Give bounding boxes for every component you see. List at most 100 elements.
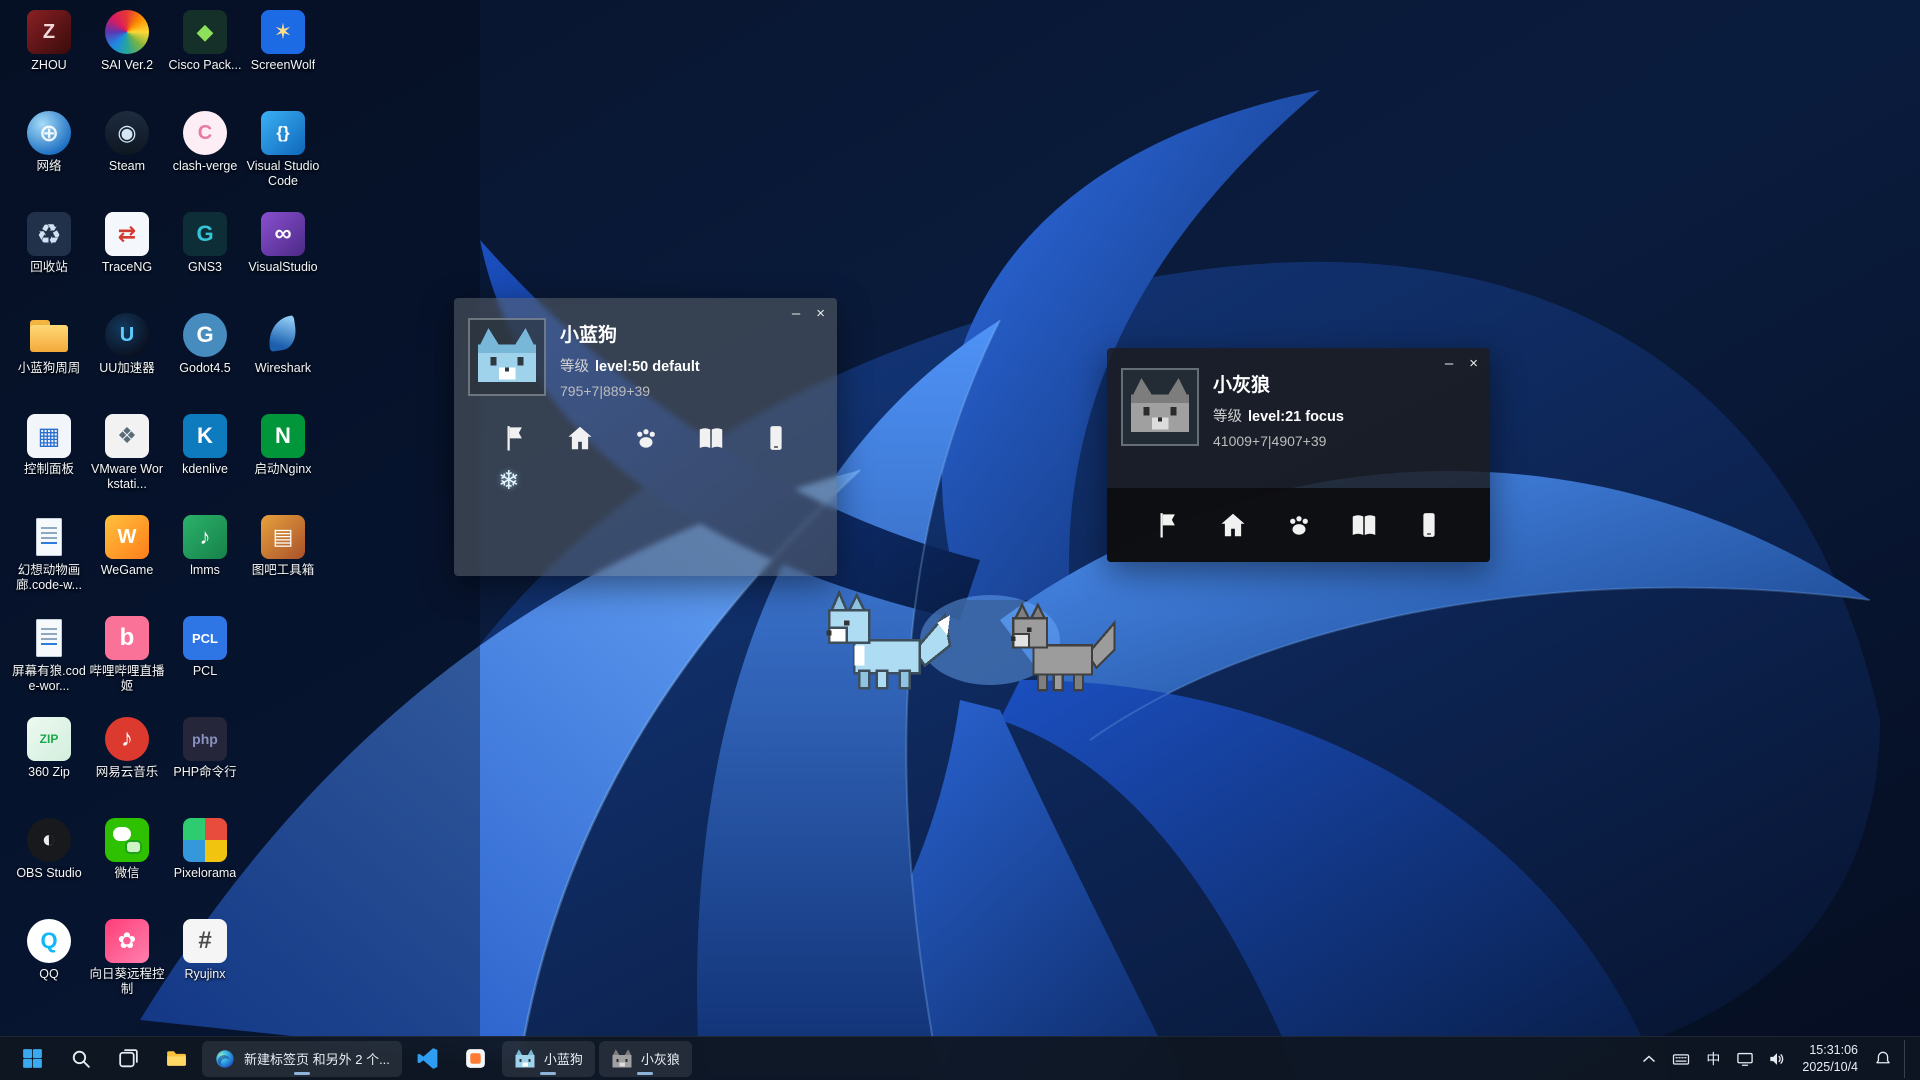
desktop-icon-label: 小蓝狗周周 [18,361,81,376]
desktop-icon-vscode[interactable]: {} Visual Studio Code [244,107,322,208]
close-button[interactable]: × [1469,356,1478,371]
desktop-icon-label: VisualStudio [248,260,317,275]
desktop-icon-label: Pixelorama [174,866,237,881]
desktop-icon-netease-music[interactable]: ♪ 网易云音乐 [88,713,166,814]
app-icon: php [183,717,227,761]
app-icon [183,818,227,862]
taskbar-pet-grey-wolf[interactable]: 小灰狼 [599,1041,692,1077]
phone-icon[interactable] [1414,510,1444,540]
desktop-icon-traceng[interactable]: ⇄ TraceNG [88,208,166,309]
desktop-icon-qq[interactable]: Q QQ [10,915,88,1016]
file-explorer-button[interactable] [154,1040,198,1078]
desktop-icon-gns3[interactable]: G GNS3 [166,208,244,309]
desktop-icon-cisco-packet-tracer[interactable]: ◆ Cisco Pack... [166,6,244,107]
snowflake-icon[interactable]: ❄ [498,465,520,496]
desktop-icon-clash-verge[interactable]: C clash-verge [166,107,244,208]
desktop-icon-bilibili-live[interactable]: b 哔哩哔哩直播姬 [88,612,166,713]
desktop-icon-godot[interactable]: G Godot4.5 [166,309,244,410]
desktop-icon-nginx-start[interactable]: N 启动Nginx [244,410,322,511]
app-icon: C [183,111,227,155]
desktop-icon-sai[interactable]: SAI Ver.2 [88,6,166,107]
keyboard-icon[interactable] [1666,1040,1696,1078]
app-icon [105,818,149,862]
desktop-icon-label: 幻想动物画廊.code-w... [11,563,87,593]
desktop-icon-visual-studio[interactable]: ∞ VisualStudio [244,208,322,309]
desktop-icon-obs-studio[interactable]: ◐ OBS Studio [10,814,88,915]
desktop-icon-lmms[interactable]: ♪ lmms [166,511,244,612]
desktop-icon-toolbox[interactable]: ▤ 图吧工具箱 [244,511,322,612]
desktop-icon-control-panel[interactable]: ▦ 控制面板 [10,410,88,511]
app-icon: ✿ [105,919,149,963]
grey-wolf-icon [611,1048,633,1070]
notes-app-button[interactable] [454,1040,498,1078]
volume-icon[interactable] [1762,1040,1792,1078]
flag-icon[interactable] [500,423,530,453]
show-desktop-button[interactable] [1904,1040,1910,1078]
chevron-up-icon[interactable] [1634,1040,1664,1078]
desktop-icon-label: UU加速器 [99,361,155,376]
paw-icon[interactable] [1284,510,1314,540]
desktop-icon-sunflower-remote[interactable]: ✿ 向日葵远程控制 [88,915,166,1016]
app-icon: ▦ [27,414,71,458]
desktop-icon-grid: Z ZHOU ⊕ 网络 ♻ 回收站 小蓝狗周周 ▦ [10,6,322,1016]
desktop-icon-label: VMware Workstati... [89,462,165,492]
phone-icon[interactable] [761,423,791,453]
desktop-icon-wireshark[interactable]: Wireshark [244,309,322,410]
desktop-icon-blue-dog-folder[interactable]: 小蓝狗周周 [10,309,88,410]
book-icon[interactable] [696,423,726,453]
start-button[interactable] [10,1040,54,1078]
taskbar-pet-label: 小蓝狗 [544,1049,583,1068]
app-icon: ✶ [261,10,305,54]
pet-action-bar [454,423,837,453]
app-icon: Z [27,10,71,54]
pet-window-grey-wolf: – × 小灰狼 等级level:21 focus 41009+7|4907+39 [1107,348,1490,562]
home-icon[interactable] [1218,510,1248,540]
task-view-button[interactable] [106,1040,150,1078]
app-icon: ◆ [183,10,227,54]
desktop-icon-360zip[interactable]: ZIP 360 Zip [10,713,88,814]
close-button[interactable]: × [816,306,825,321]
desktop-icon-screenwolf[interactable]: ✶ ScreenWolf [244,6,322,107]
paw-icon[interactable] [631,423,661,453]
home-icon[interactable] [565,423,595,453]
desktop-icon-label: QQ [39,967,58,982]
desktop-icon-pixelorama[interactable]: Pixelorama [166,814,244,915]
desktop-icon-php-cli[interactable]: php PHP命令行 [166,713,244,814]
desktop-icon-network[interactable]: ⊕ 网络 [10,107,88,208]
flag-icon[interactable] [1153,510,1183,540]
desktop-icon-label: 网络 [36,159,61,174]
edge-icon [214,1048,236,1070]
desktop-icon-wechat[interactable]: 微信 [88,814,166,915]
vscode-button[interactable] [406,1040,450,1078]
desktop-icon-pcl[interactable]: PCL PCL [166,612,244,713]
desktop-icon-kdenlive[interactable]: K kdenlive [166,410,244,511]
desktop-icon-screen-wolf-workspace[interactable]: 屏幕有狼.code-wor... [10,612,88,713]
minimize-button[interactable]: – [792,306,800,321]
desktop-pet-grey-wolf[interactable] [1002,600,1119,704]
ime-indicator[interactable]: 中 [1698,1040,1728,1078]
notification-bell-icon[interactable] [1868,1040,1898,1078]
pet-name: 小灰狼 [1213,370,1344,397]
desktop-icon-fantasy-animals-workspace[interactable]: 幻想动物画廊.code-w... [10,511,88,612]
app-icon: ZIP [27,717,71,761]
desktop-icon-ryujinx[interactable]: # Ryujinx [166,915,244,1016]
desktop-icon-recycle-bin[interactable]: ♻ 回收站 [10,208,88,309]
app-icon: Q [27,919,71,963]
taskbar-clock[interactable]: 15:31:06 2025/10/4 [1794,1042,1866,1075]
desktop-icon-label: Steam [109,159,145,174]
desktop-icon-vmware-workstation[interactable]: ❖ VMware Workstati... [88,410,166,511]
minimize-button[interactable]: – [1445,356,1453,371]
display-icon[interactable] [1730,1040,1760,1078]
desktop-pet-blue-dog[interactable] [814,585,955,706]
desktop-icon-wegame[interactable]: W WeGame [88,511,166,612]
edge-tab-button[interactable]: 新建标签页 和另外 2 个... [202,1041,402,1077]
desktop-icon-zhou[interactable]: Z ZHOU [10,6,88,107]
desktop-icon-steam[interactable]: ◉ Steam [88,107,166,208]
book-icon[interactable] [1349,510,1379,540]
desktop-icon-uu-booster[interactable]: U UU加速器 [88,309,166,410]
taskbar-pet-blue-dog[interactable]: 小蓝狗 [502,1041,595,1077]
search-button[interactable] [58,1040,102,1078]
desktop-icon-label: SAI Ver.2 [101,58,153,73]
pet-avatar-blue-dog [468,318,546,396]
app-icon: ♪ [183,515,227,559]
